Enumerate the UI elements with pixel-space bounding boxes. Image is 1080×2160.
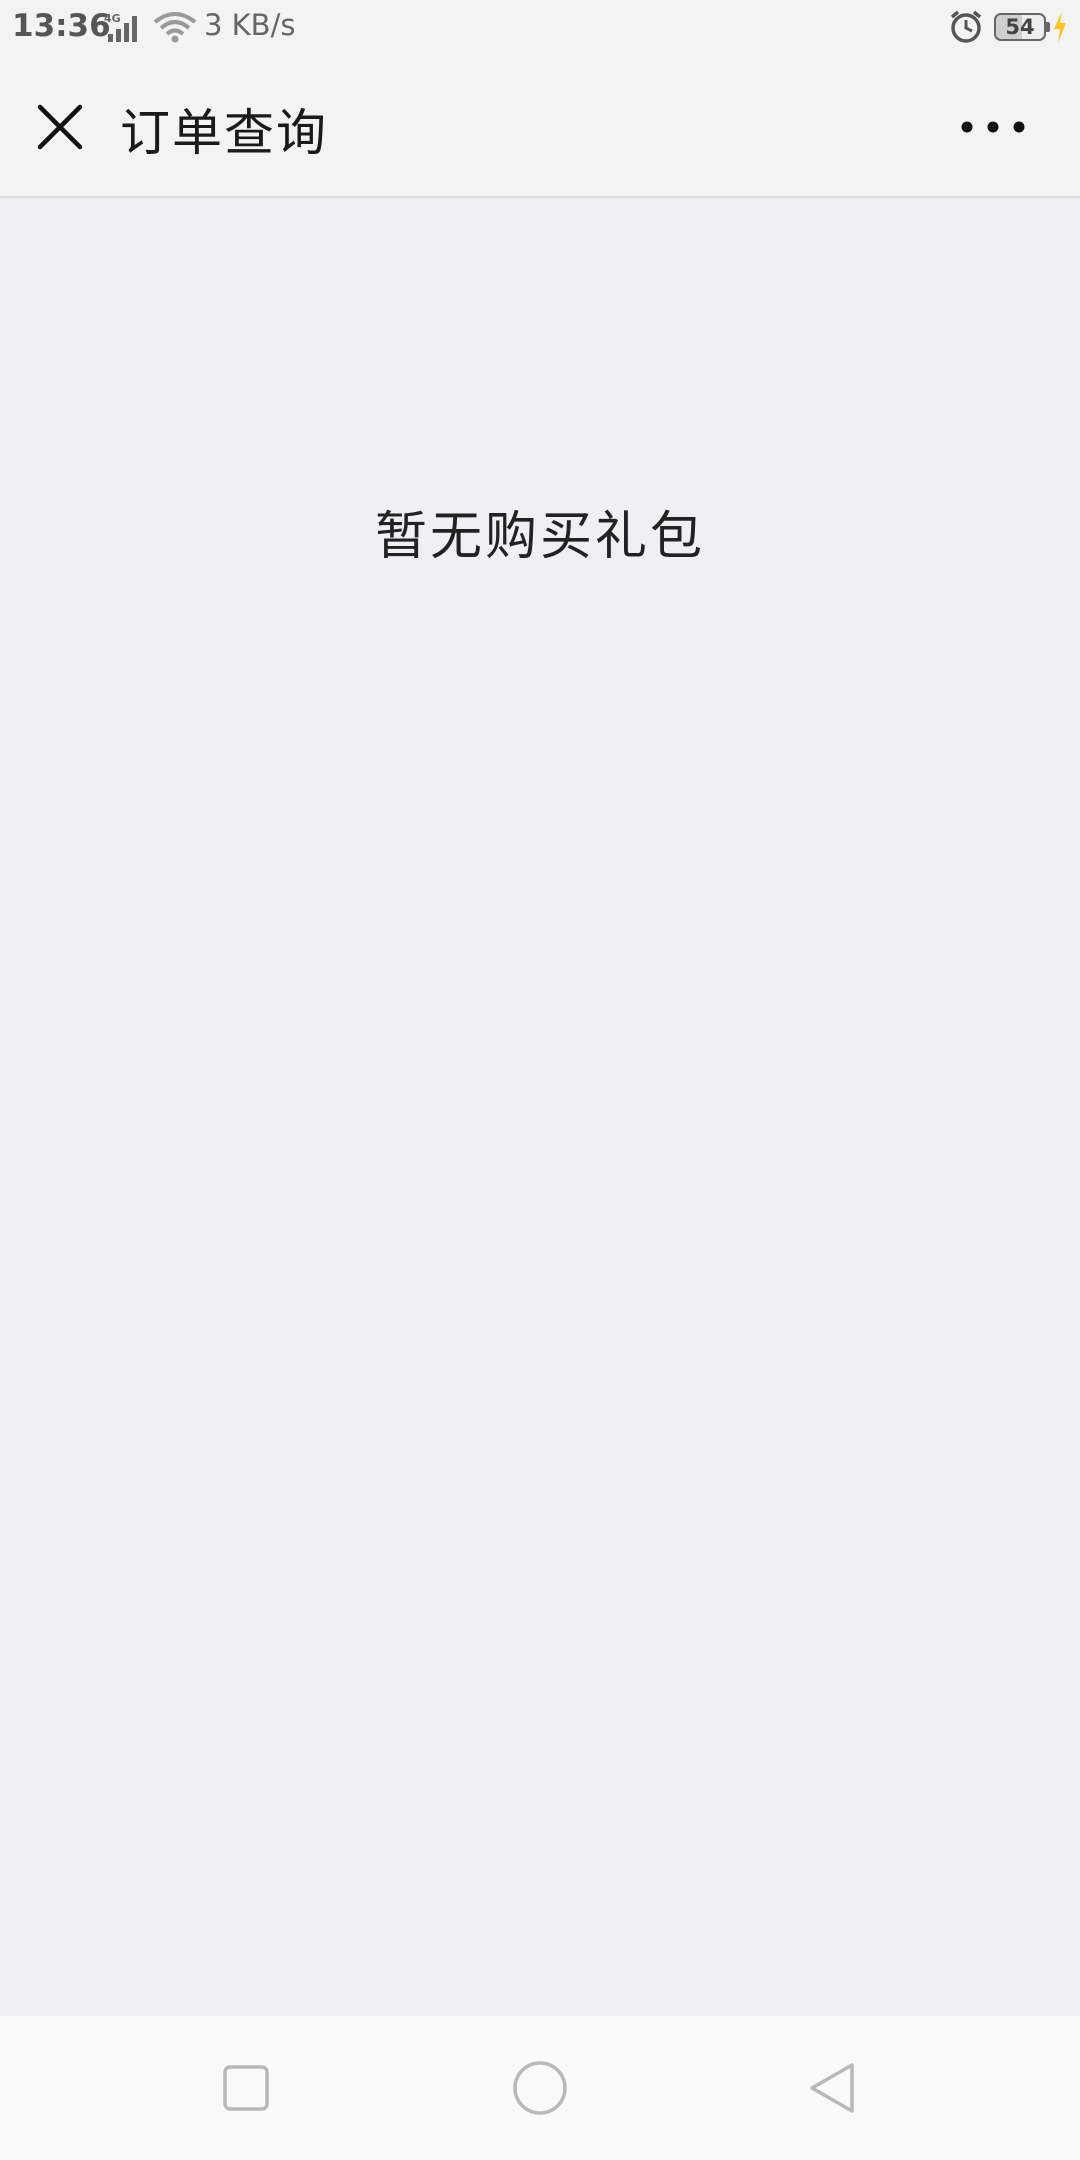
signal-icon: 4G: [104, 12, 137, 42]
title-bar: 订单查询: [0, 55, 1080, 198]
battery-level: 54: [1005, 15, 1035, 39]
status-time: 13:36: [12, 8, 111, 44]
network-speed: 3 KB/s: [204, 8, 296, 42]
main-content: 暂无购买礼包: [0, 198, 1080, 2016]
more-icon[interactable]: [956, 105, 1030, 149]
system-nav-bar: [0, 2016, 1080, 2160]
charging-icon: [1054, 11, 1066, 43]
status-bar: 13:36 4G 3 KB/s 54: [0, 0, 1080, 55]
wifi-icon: [153, 12, 197, 43]
alarm-icon: [950, 10, 982, 43]
back-icon[interactable]: [798, 2052, 870, 2124]
network-type-label: 4G: [104, 12, 121, 25]
home-icon[interactable]: [504, 2052, 576, 2124]
close-icon[interactable]: [30, 97, 90, 157]
empty-state-message: 暂无购买礼包: [374, 507, 705, 567]
page-title: 订单查询: [120, 104, 328, 162]
battery-icon: 54: [994, 13, 1046, 41]
recent-apps-icon[interactable]: [210, 2052, 282, 2124]
battery-tip: [1046, 22, 1050, 32]
